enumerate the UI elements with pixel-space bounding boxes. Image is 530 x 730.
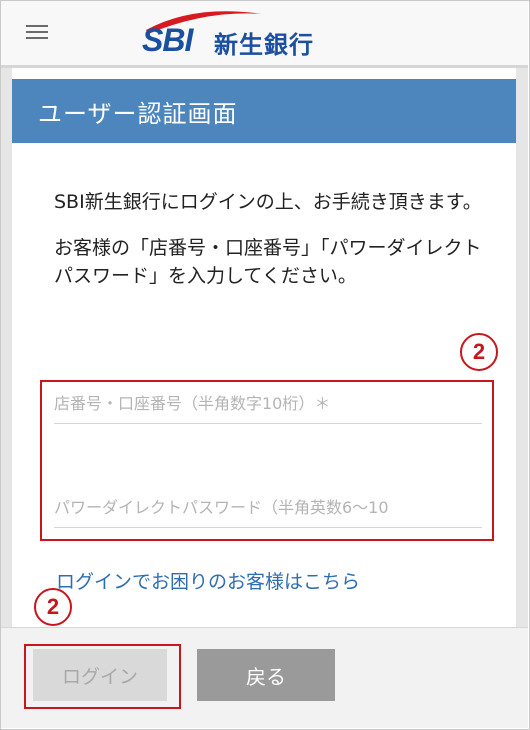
panel-header: ユーザー認証画面 — [12, 79, 516, 143]
page-title: ユーザー認証画面 — [38, 100, 238, 128]
account-number-input[interactable] — [54, 383, 482, 423]
logo-bank-name: 新生銀行 — [214, 31, 314, 59]
intro-line-2: お客様の「店番号・口座番号」「パワーダイレクトパスワード」を入力してください。 — [54, 237, 482, 287]
intro-text: SBI新生銀行にログインの上、お手続き頂きます。 お客様の「店番号・口座番号」「… — [54, 188, 484, 290]
login-button[interactable]: ログイン — [33, 649, 167, 701]
logo-sbi-text: SBI — [142, 22, 193, 58]
sbi-shinsei-logo: SBI 新生銀行 — [134, 8, 354, 62]
login-help-link[interactable]: ログインでお困りのお客様はこちら — [56, 567, 360, 594]
hamburger-menu-icon[interactable] — [26, 22, 50, 40]
top-bar-divider — [1, 65, 528, 68]
password-field[interactable] — [54, 487, 482, 528]
back-button[interactable]: 戻る — [197, 649, 335, 701]
right-gutter — [516, 68, 528, 628]
account-number-field[interactable] — [54, 383, 482, 424]
left-gutter — [1, 68, 12, 628]
annotation-marker-login: 2 — [34, 588, 72, 626]
intro-line-1: SBI新生銀行にログインの上、お手続き頂きます。 — [54, 191, 482, 213]
annotation-marker-fields: 2 — [460, 333, 498, 371]
password-input[interactable] — [54, 487, 482, 527]
